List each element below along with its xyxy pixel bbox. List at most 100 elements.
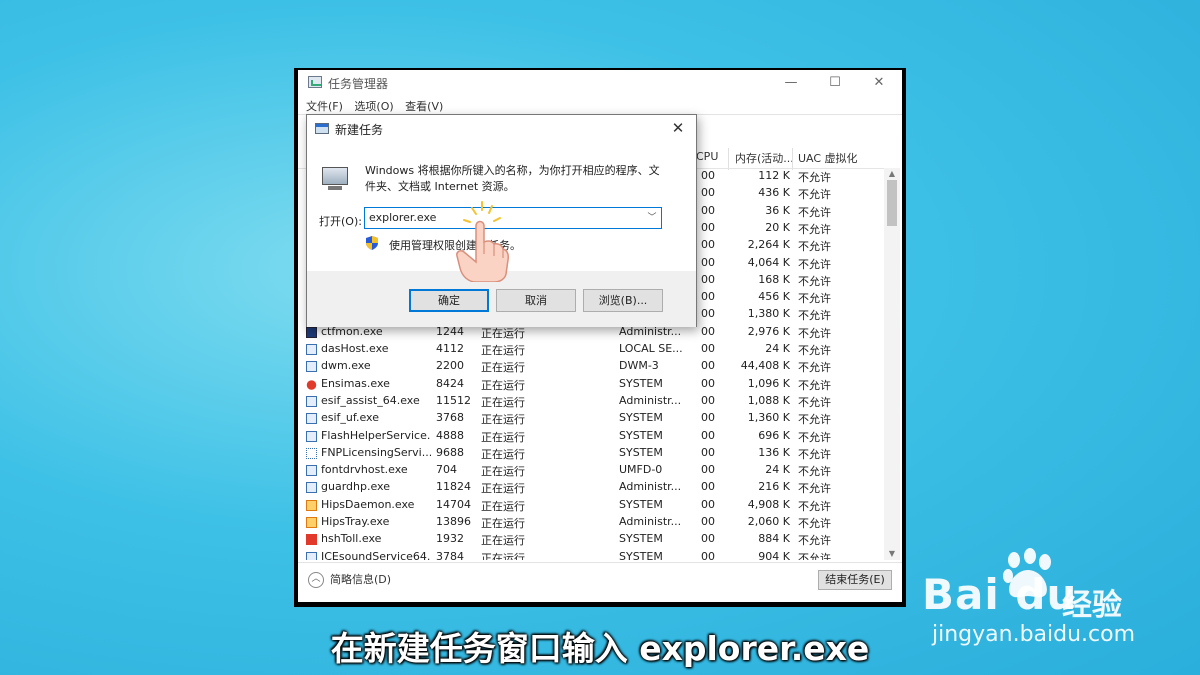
process-memory: 456 K	[758, 290, 790, 304]
scroll-thumb[interactable]	[887, 180, 897, 226]
open-label: 打开(O):	[319, 215, 362, 228]
process-uac: 不允许	[798, 517, 831, 530]
process-user: DWM-3	[619, 359, 659, 373]
process-uac: 不允许	[798, 413, 831, 427]
scroll-down-icon[interactable]: ▼	[884, 548, 900, 560]
process-uac: 不允许	[798, 240, 831, 254]
process-memory: 24 K	[765, 463, 790, 477]
process-uac: 不允许	[798, 482, 831, 496]
process-cpu: 00	[701, 480, 715, 494]
menu-view[interactable]: 查看(V)	[405, 100, 443, 113]
title-bar[interactable]: 任务管理器 — ☐ ✕	[298, 70, 902, 96]
process-name: esif_uf.exe	[321, 411, 379, 425]
process-memory: 4,064 K	[747, 255, 790, 269]
table-row[interactable]: esif_assist_64.exe 11512 正在运行 Administr... 0…	[298, 393, 884, 410]
process-memory: 436 K	[758, 186, 790, 200]
process-uac: 不允许	[798, 551, 831, 560]
process-user: Administr...	[619, 515, 682, 528]
process-user: SYSTEM	[619, 549, 663, 560]
table-row[interactable]: HipsDaemon.exe 14704 正在运行 SYSTEM 00 4,908 K 不允…	[298, 497, 884, 514]
cancel-button[interactable]: 取消	[496, 289, 576, 312]
process-memory: 216 K	[758, 480, 790, 494]
process-cpu: 00	[701, 203, 715, 217]
process-icon	[306, 344, 317, 355]
menu-options[interactable]: 选项(O)	[354, 100, 393, 113]
process-memory: 24 K	[765, 342, 790, 355]
process-name: fontdrvhost.exe	[321, 463, 408, 477]
process-icon	[306, 326, 317, 338]
process-memory: 1,088 K	[747, 393, 790, 407]
process-uac: 不允许	[798, 274, 831, 288]
header-separator	[728, 148, 729, 170]
process-uac: 不允许	[798, 188, 831, 202]
process-status: 正在运行	[481, 447, 525, 461]
process-name: guardhp.exe	[321, 480, 390, 494]
process-cpu: 00	[701, 411, 715, 425]
process-status: 正在运行	[481, 413, 525, 427]
process-cpu: 00	[701, 359, 715, 373]
close-button[interactable]: ✕	[864, 72, 894, 94]
table-row[interactable]: hshToll.exe 1932 正在运行 SYSTEM 00 884 K 不允许	[298, 531, 884, 548]
table-row[interactable]: guardhp.exe 11824 正在运行 Administr... 00 216 K 不…	[298, 479, 884, 496]
browse-button[interactable]: 浏览(B)...	[583, 289, 663, 312]
watermark-brand: 经验	[1062, 588, 1122, 623]
table-row[interactable]: dwm.exe 2200 正在运行 DWM-3 00 44,408 K 不允许	[298, 358, 884, 375]
process-status: 正在运行	[481, 344, 525, 357]
process-cpu: 00	[701, 445, 715, 459]
column-header-cpu[interactable]: CPU	[696, 150, 718, 168]
table-row[interactable]: HipsTray.exe 13896 正在运行 Administr... 00 2,060…	[298, 514, 884, 531]
menu-bar: 文件(F) 选项(O) 查看(V)	[306, 98, 451, 114]
table-row[interactable]: esif_uf.exe 3768 正在运行 SYSTEM 00 1,360 K 不允许	[298, 410, 884, 427]
process-uac: 不允许	[798, 534, 831, 548]
maximize-button[interactable]: ☐	[820, 72, 850, 94]
process-memory: 1,096 K	[747, 376, 790, 390]
table-row[interactable]: dasHost.exe 4112 正在运行 LOCAL SE... 00 24 K 不允许	[298, 341, 884, 358]
table-row[interactable]: FlashHelperService... 4888 正在运行 SYSTEM 00 696…	[298, 428, 884, 445]
menu-file[interactable]: 文件(F)	[306, 100, 343, 113]
process-memory: 4,908 K	[747, 497, 790, 511]
footer-divider	[298, 562, 902, 563]
process-icon	[306, 361, 317, 373]
scroll-up-icon[interactable]: ▲	[884, 168, 900, 180]
table-row[interactable]: fontdrvhost.exe 704 正在运行 UMFD-0 00 24 K 不允许	[298, 462, 884, 479]
process-user: SYSTEM	[619, 411, 663, 425]
fewer-details-button[interactable]: ︿ 简略信息(D)	[308, 571, 391, 588]
process-cpu: 00	[701, 549, 715, 560]
process-uac: 不允许	[798, 326, 831, 340]
process-icon	[306, 395, 317, 407]
process-uac: 不允许	[798, 257, 831, 271]
table-row[interactable]: FNPLicensingServi... 9688 正在运行 SYSTEM 00 136 …	[298, 445, 884, 462]
minimize-button[interactable]: —	[776, 72, 806, 94]
column-header-memory[interactable]: 内存(活动...	[735, 150, 794, 168]
process-icon	[306, 447, 317, 459]
dialog-close-button[interactable]: ✕	[666, 117, 690, 139]
chevron-down-icon[interactable]: ﹀	[645, 210, 659, 226]
process-pid: 8424	[436, 376, 464, 390]
column-header-uac[interactable]: UAC 虚拟化	[798, 150, 858, 168]
process-name: Ensimas.exe	[321, 376, 390, 390]
process-user: Administr...	[619, 393, 682, 407]
process-cpu: 00	[701, 428, 715, 442]
process-user: SYSTEM	[619, 497, 663, 511]
process-uac: 不允许	[798, 171, 831, 184]
process-pid: 13896	[436, 515, 471, 528]
table-row[interactable]: ICEsoundService64... 3784 正在运行 SYSTEM 00 904 …	[298, 549, 884, 560]
end-task-button[interactable]: 结束任务(E)	[818, 570, 892, 590]
process-icon	[306, 413, 317, 425]
process-status: 正在运行	[481, 534, 525, 548]
process-name: hshToll.exe	[321, 532, 382, 546]
process-memory: 884 K	[758, 532, 790, 546]
vertical-scrollbar[interactable]: ▲ ▼	[884, 168, 900, 560]
process-name: esif_assist_64.exe	[321, 393, 420, 407]
process-cpu: 00	[701, 290, 715, 304]
process-status: 正在运行	[481, 430, 525, 444]
table-row[interactable]: Ensimas.exe 8424 正在运行 SYSTEM 00 1,096 K 不允许	[298, 376, 884, 393]
open-input[interactable]: explorer.exe	[364, 207, 662, 229]
process-status: 正在运行	[481, 551, 525, 560]
process-uac: 不允许	[798, 465, 831, 479]
process-pid: 3768	[436, 411, 464, 425]
process-pid: 4112	[436, 342, 464, 355]
ok-button[interactable]: 确定	[409, 289, 489, 312]
process-name: FNPLicensingServi...	[321, 445, 431, 459]
process-user: SYSTEM	[619, 532, 663, 546]
